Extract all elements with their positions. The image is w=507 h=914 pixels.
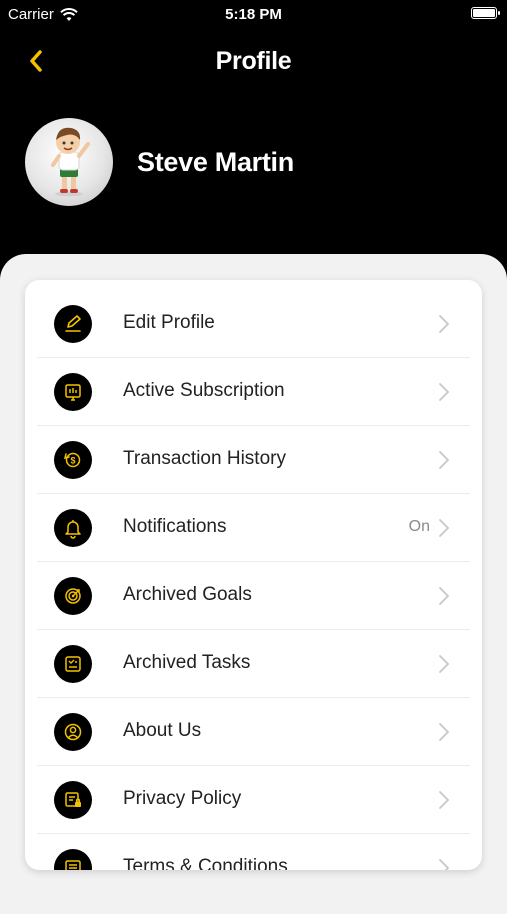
chevron-right-icon [439, 723, 450, 741]
privacy-icon [54, 781, 92, 819]
transaction-history-icon: $ [54, 441, 92, 479]
menu-item-label: Archived Goals [123, 584, 252, 605]
nav-bar: Profile [0, 38, 507, 82]
notifications-status: On [408, 518, 430, 535]
target-icon [54, 577, 92, 615]
user-circle-icon [54, 713, 92, 751]
menu-item-label: Privacy Policy [123, 788, 242, 809]
menu-item-archived-tasks[interactable]: Archived Tasks [25, 630, 482, 698]
menu-item-notifications[interactable]: Notifications On [25, 494, 482, 562]
battery-icon [471, 7, 500, 19]
user-name: Steve Martin [137, 147, 294, 177]
edit-profile-icon [54, 305, 92, 343]
menu-item-active-subscription[interactable]: Active Subscription [25, 358, 482, 426]
menu-item-transaction-history[interactable]: $ Transaction History [25, 426, 482, 494]
menu-item-label: Notifications [123, 516, 227, 537]
chevron-right-icon [439, 451, 450, 469]
chevron-right-icon [439, 383, 450, 401]
chevron-right-icon [439, 315, 450, 333]
terms-icon [54, 849, 92, 870]
settings-menu: Edit Profile Active Subscription $ Trans… [25, 280, 482, 870]
chevron-right-icon [439, 587, 450, 605]
avatar-cartoon-icon [51, 127, 90, 197]
status-bar: Carrier 5:18 PM [0, 0, 507, 28]
chevron-right-icon [439, 859, 450, 870]
menu-item-terms-conditions[interactable]: Terms & Conditions [25, 834, 482, 870]
menu-item-archived-goals[interactable]: Archived Goals [25, 562, 482, 630]
menu-item-privacy-policy[interactable]: Privacy Policy [25, 766, 482, 834]
chevron-right-icon [439, 655, 450, 673]
chevron-right-icon [439, 791, 450, 809]
back-button[interactable] [22, 46, 52, 76]
tasks-icon [54, 645, 92, 683]
menu-item-label: Transaction History [123, 448, 286, 469]
page-title: Profile [215, 47, 292, 75]
menu-item-label: Active Subscription [123, 380, 285, 401]
bell-icon [54, 509, 92, 547]
avatar[interactable] [25, 118, 113, 206]
svg-text:$: $ [70, 456, 75, 466]
menu-item-about-us[interactable]: About Us [25, 698, 482, 766]
menu-item-label: Archived Tasks [123, 652, 251, 673]
menu-item-edit-profile[interactable]: Edit Profile [25, 290, 482, 358]
menu-item-label: Edit Profile [123, 312, 215, 333]
chevron-right-icon [439, 519, 450, 537]
menu-item-label: Terms & Conditions [123, 856, 288, 870]
clock: 5:18 PM [225, 6, 282, 23]
menu-item-label: About Us [123, 720, 202, 741]
subscription-icon [54, 373, 92, 411]
chevron-left-icon [30, 50, 42, 72]
